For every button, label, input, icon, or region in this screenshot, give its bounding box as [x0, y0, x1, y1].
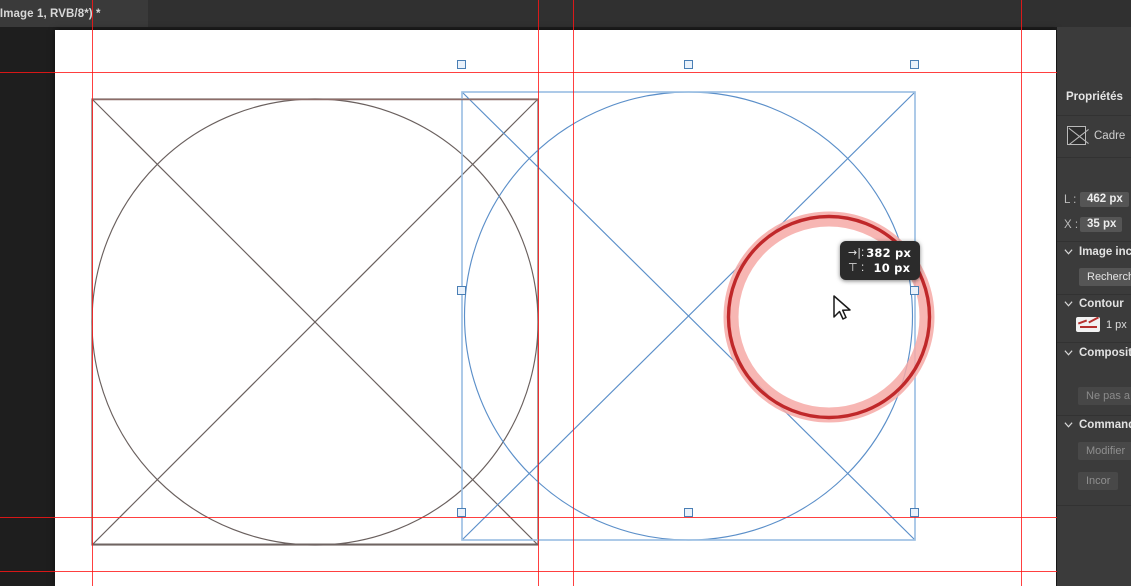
stroke-width-value[interactable]: 1 px [1106, 319, 1127, 331]
chevron-down-icon-contour [1064, 300, 1073, 307]
handle-top-center[interactable] [684, 60, 693, 69]
composition-select-row[interactable]: Ne pas a [1078, 387, 1131, 405]
guide-vertical-1[interactable] [92, 0, 93, 586]
section-header-image[interactable]: Image incr [1064, 246, 1131, 258]
panel-divider-6 [1057, 415, 1131, 416]
x-field-label: X : [1064, 218, 1079, 231]
document-tab-label: (Image 1, RVB/8*) * [0, 7, 101, 20]
section-label-image: Image incr [1079, 246, 1131, 258]
handle-top-left[interactable] [457, 60, 466, 69]
width-field-label: L : [1064, 193, 1077, 206]
tooltip-height-value: 10 px [873, 260, 911, 275]
frame-type-row[interactable]: Cadre [1067, 126, 1125, 145]
handle-middle-right[interactable] [910, 286, 919, 295]
guide-vertical-3[interactable] [573, 0, 574, 586]
chevron-down-icon-commands [1064, 421, 1073, 428]
search-button[interactable]: Recherch [1079, 268, 1131, 286]
section-label-contour: Contour [1079, 298, 1124, 310]
properties-panel-title: Propriétés [1066, 91, 1123, 103]
width-field-row[interactable]: L : 462 px [1064, 192, 1129, 207]
section-label-commands: Commande [1079, 419, 1131, 431]
handle-bottom-right[interactable] [910, 508, 919, 517]
guide-horizontal-3[interactable] [0, 571, 1131, 572]
document-canvas[interactable] [55, 30, 1056, 586]
search-button-row[interactable]: Recherch [1079, 268, 1131, 286]
panel-divider-5 [1057, 342, 1131, 343]
panel-divider-2 [1057, 157, 1131, 158]
edit-button-row[interactable]: Modifier [1078, 442, 1131, 460]
section-header-commands[interactable]: Commande [1064, 419, 1131, 431]
tooltip-width-row: →| : 382 px [848, 245, 911, 260]
document-tab-bar: (Image 1, RVB/8*) * [0, 0, 1131, 27]
mouse-cursor-icon [833, 295, 851, 320]
chevron-down-icon [1064, 248, 1073, 255]
section-label-composition: Compositi [1079, 347, 1131, 359]
workspace [0, 0, 1131, 586]
chevron-down-icon-composition [1064, 349, 1073, 356]
handle-top-right[interactable] [910, 60, 919, 69]
edit-button[interactable]: Modifier [1078, 442, 1131, 460]
embed-button[interactable]: Incor [1078, 472, 1119, 490]
tooltip-width-value: 382 px [866, 245, 912, 260]
tooltip-colon-2: : [861, 261, 865, 274]
frame-type-label: Cadre [1094, 129, 1126, 142]
measurement-tooltip: →| : 382 px ⊤ : 10 px [840, 241, 921, 280]
x-field-row[interactable]: X : 35 px [1064, 217, 1123, 232]
panel-divider-1 [1057, 115, 1131, 116]
composition-select[interactable]: Ne pas a [1078, 387, 1131, 405]
properties-panel: Propriétés Cadre L : 462 px X : 35 px Im… [1057, 27, 1131, 586]
panel-divider-7 [1057, 505, 1131, 506]
panel-divider-3 [1057, 241, 1131, 242]
handle-bottom-center[interactable] [684, 508, 693, 517]
embed-button-row[interactable]: Incor [1078, 472, 1119, 490]
section-header-contour[interactable]: Contour [1064, 298, 1124, 310]
guide-horizontal-1[interactable] [0, 72, 1131, 73]
guide-horizontal-2[interactable] [0, 517, 1131, 518]
handle-bottom-left[interactable] [457, 508, 466, 517]
section-header-composition[interactable]: Compositi [1064, 347, 1131, 359]
stroke-style-icon[interactable] [1076, 317, 1100, 332]
width-field-value[interactable]: 462 px [1080, 192, 1129, 207]
handle-middle-left[interactable] [457, 286, 466, 295]
panel-divider-4 [1057, 294, 1131, 295]
x-field-value[interactable]: 35 px [1080, 217, 1123, 232]
document-tab[interactable]: (Image 1, RVB/8*) * [0, 0, 148, 27]
tooltip-height-row: ⊤ : 10 px [848, 260, 911, 275]
guide-vertical-2[interactable] [538, 0, 539, 586]
stroke-control-row[interactable]: 1 px [1076, 317, 1127, 332]
application-window: (Image 1, RVB/8*) * →|: 382 px ⊤: 10 p… [0, 0, 1131, 586]
frame-icon [1067, 126, 1086, 145]
tooltip-colon-1: : [861, 246, 865, 259]
height-arrow-icon: ⊤ [848, 261, 858, 274]
guide-vertical-4[interactable] [1021, 0, 1022, 586]
width-arrow-icon: →| [848, 246, 861, 259]
